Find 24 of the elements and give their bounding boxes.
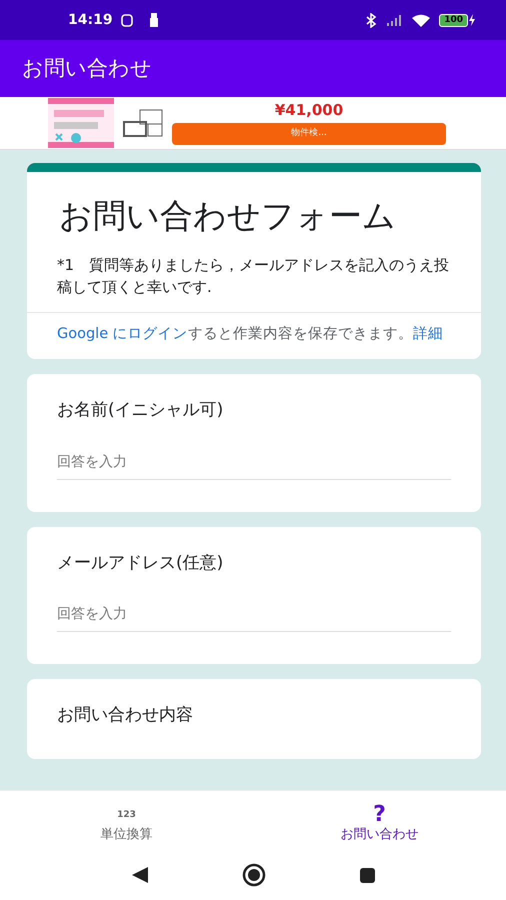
question-label: メールアドレス(任意): [56, 552, 224, 574]
login-link[interactable]: Google にログイン: [57, 326, 188, 342]
question-label: お名前(イニシャル可): [56, 399, 224, 422]
logo-icon: [122, 108, 164, 138]
ad-search-button[interactable]: 物件検...: [172, 123, 446, 145]
home-icon: [242, 863, 266, 887]
login-notice: Google にログインすると作業内容を保存できます。詳細: [27, 312, 481, 359]
ad-price: ¥41,000: [274, 101, 344, 119]
answer-field[interactable]: 回答を入力: [57, 452, 451, 480]
bluetooth-icon: [365, 12, 378, 28]
nav-tab[interactable]: 123 単位換算: [0, 791, 253, 850]
signal-icon: [387, 14, 402, 26]
wifi-icon: [411, 13, 432, 27]
question-label: お問い合わせ内容: [56, 704, 194, 727]
form-title: お問い合わせフォーム: [58, 195, 397, 237]
nav-tab[interactable]: ? お問い合わせ: [253, 791, 506, 850]
back-icon: [132, 867, 148, 883]
answer-field[interactable]: 回答を入力: [57, 604, 451, 632]
status-time: 14:19: [68, 10, 113, 30]
app-title: お問い合わせ: [22, 54, 152, 82]
form-description: *1 質問等ありましたら，メールアドレスを記入のうえ投稿して頂くと幸いです.: [56, 255, 450, 298]
recents-icon: [359, 866, 376, 884]
battery-icon: 100: [439, 14, 468, 26]
details-link[interactable]: 詳細: [412, 326, 443, 342]
